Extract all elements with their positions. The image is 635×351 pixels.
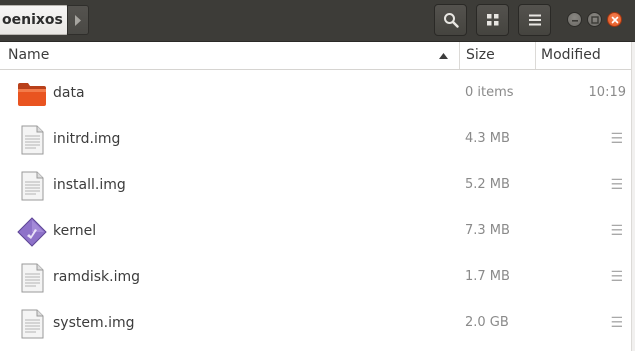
column-name-header[interactable]: Name [8,42,49,69]
file-name: system.img [53,315,135,331]
column-size-header[interactable]: Size [466,42,495,69]
header-bar: oenixos [0,0,635,42]
list-item[interactable]: kernel 7.3 MB ☰ [0,208,631,254]
maximize-button[interactable] [587,12,602,27]
file-size: 1.7 MB [465,269,510,284]
text-file-icon [21,263,44,293]
column-divider[interactable] [535,42,536,69]
chevron-right-icon [75,15,81,26]
file-list: data 0 items 10:19 initrd.img 4.3 MB ☰ i… [0,70,631,346]
file-name: install.img [53,177,126,193]
file-size: 7.3 MB [465,223,510,238]
file-name: data [53,85,85,101]
file-modified: ☰ [610,269,623,285]
list-item[interactable]: data 0 items 10:19 [0,70,631,116]
file-size: 4.3 MB [465,131,510,146]
search-icon [443,13,459,28]
sort-ascending-icon[interactable] [439,53,448,59]
text-file-icon [21,171,44,201]
executable-file-icon [17,217,47,247]
list-item[interactable]: initrd.img 4.3 MB ☰ [0,116,631,162]
minimize-icon [572,20,578,22]
file-modified: ☰ [610,177,623,193]
file-name: initrd.img [53,131,121,147]
column-divider[interactable] [459,42,460,69]
search-button[interactable] [434,4,467,36]
text-file-icon [21,125,44,155]
file-modified: ☰ [610,315,623,331]
breadcrumb-forward-button[interactable] [67,5,89,35]
file-size: 5.2 MB [465,177,510,192]
list-item[interactable]: system.img 2.0 GB ☰ [0,300,631,346]
file-modified: 10:19 [588,85,626,100]
minimize-button[interactable] [567,12,582,27]
file-size: 0 items [465,85,514,100]
text-file-icon [21,309,44,339]
file-modified: ☰ [610,223,623,239]
view-mode-button[interactable] [476,4,509,36]
list-item[interactable]: install.img 5.2 MB ☰ [0,162,631,208]
close-button[interactable] [607,12,622,27]
file-name: ramdisk.img [53,269,141,285]
file-modified: ☰ [610,131,623,147]
breadcrumb-current[interactable]: oenixos [0,5,68,35]
hamburger-menu-icon [528,14,541,26]
close-icon [611,16,619,24]
maximize-icon [591,16,599,24]
column-modified-header[interactable]: Modified [541,42,601,69]
main-menu-button[interactable] [518,4,551,36]
grid-view-icon [486,14,498,26]
file-size: 2.0 GB [465,315,509,330]
file-name: kernel [53,223,97,239]
list-item[interactable]: ramdisk.img 1.7 MB ☰ [0,254,631,300]
column-header: Name Size Modified [0,42,635,70]
folder-icon [18,83,46,106]
scrollbar-track[interactable] [631,42,635,351]
